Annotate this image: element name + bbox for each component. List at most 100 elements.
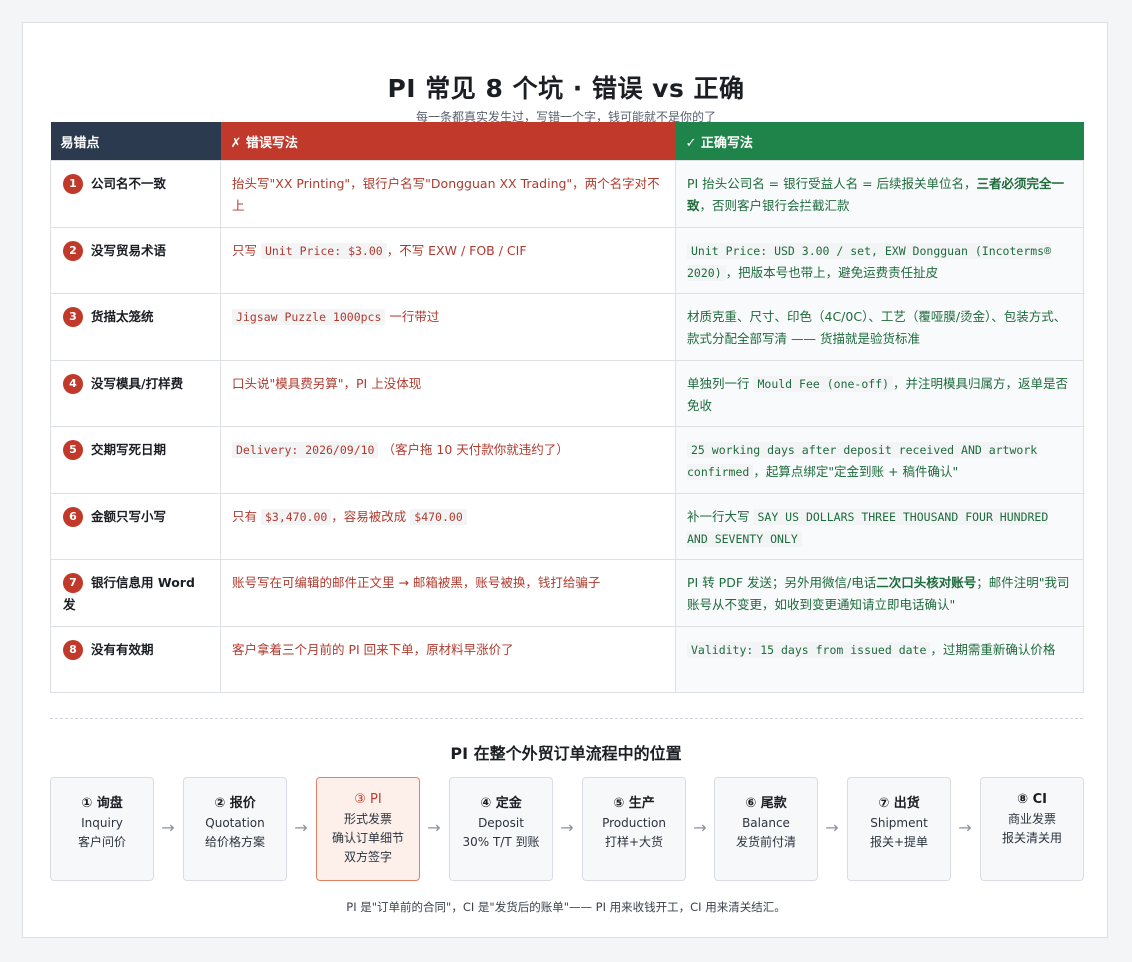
step-line: 商业发票 [1007, 812, 1056, 826]
number-badge: 2 [63, 240, 83, 261]
cell-right: PI 抬头公司名 = 银行受益人名 = 后续报关单位名，三者必须完全一致，否则客… [675, 160, 1084, 228]
cell-wrong: 账号写在可编辑的邮件正文里 → 邮箱被黑，账号被换，钱打给骗子 [220, 559, 676, 627]
cell-point: 7 银行信息用 Word 发 [50, 559, 221, 627]
flow-step-production: ⑤ 生产 Production 打样+大货 [582, 777, 686, 881]
step-line: Balance [742, 816, 790, 830]
flow-step-pi: ③ PI 形式发票 确认订单细节 双方签字 [316, 777, 420, 881]
right-text: ，过期需重新确认价格 [930, 641, 1056, 657]
arrow-right-icon: → [958, 818, 972, 837]
table-row: 4 没写模具/打样费 口头说"模具费另算"，PI 上没体现 单独列一行 Mould… [50, 359, 1084, 427]
cell-point: 1 公司名不一致 [50, 160, 221, 228]
step-title: ⑦ 出货 [878, 796, 920, 811]
step-title: ② 报价 [214, 796, 256, 811]
step-line: 30% T/T 到账 [462, 835, 540, 849]
right-text: ，否则客户银行会拦截汇款 [699, 198, 850, 213]
cell-wrong: 只写 Unit Price: $3.00 ，不写 EXW / FOB / CIF [220, 226, 676, 294]
cell-wrong: 客户拿着三个月前的 PI 回来下单，原材料早涨价了 [220, 625, 676, 693]
table-row: 8 没有有效期 客户拿着三个月前的 PI 回来下单，原材料早涨价了 Validit… [50, 625, 1084, 693]
arrow-right-icon: → [693, 818, 707, 837]
wrong-code: Jigsaw Puzzle 1000pcs [232, 309, 386, 325]
wrong-text: 一行带过 [385, 309, 440, 324]
flow-footnote: PI 是"订单前的合同"，CI 是"发货后的账单"—— PI 用来收钱开工，CI… [346, 900, 786, 914]
number-badge: 6 [63, 506, 83, 527]
cell-wrong: 只有 $3,470.00 ，容易被改成 $470.00 [220, 492, 676, 560]
wrong-code: Unit Price: $3.00 [260, 242, 387, 259]
pi-guide-card: PI 常见 8 个坑 · 错误 vs 正确 每一条都真实发生过，写错一个字，钱可… [22, 22, 1108, 938]
right-emphasis: 二次口头核对账号 [876, 575, 977, 590]
flow-step-balance: ⑥ 尾款 Balance 发货前付清 [714, 777, 818, 881]
flow-step-deposit: ④ 定金 Deposit 30% T/T 到账 [449, 777, 553, 881]
step-line: Quotation [205, 816, 265, 830]
step-line: 客户问价 [77, 835, 126, 849]
flow-step-quotation: ② 报价 Quotation 给价格方案 [183, 777, 287, 881]
right-text: ，把版本号也带上，避免运费责任扯皮 [725, 264, 939, 280]
right-code: Validity: 15 days from issued date [687, 641, 931, 658]
number-badge: 3 [63, 307, 83, 327]
number-badge: 7 [63, 573, 83, 593]
header-wrong: ✗ 错误写法 [220, 122, 676, 161]
cell-wrong: Delivery: 2026/09/10 （客户拖 10 天付款你就违约了） [220, 426, 676, 494]
step-line: 确认订单细节 [331, 831, 404, 845]
right-text: 单独列一行 [687, 375, 754, 391]
step-line: 发货前付清 [735, 835, 796, 849]
wrong-text: 抬头写"XX Printing"，银行户名写"Dongguan XX Tradi… [232, 176, 660, 213]
cell-point: 4 没写模具/打样费 [50, 359, 221, 427]
point-label: 没有有效期 [91, 641, 154, 657]
right-text: 补一行大写 [687, 508, 754, 524]
table-header-row: 易错点 ✗ 错误写法 ✓ 正确写法 [50, 122, 1084, 161]
cell-point: 3 货描太笼统 [50, 293, 221, 361]
step-line: Inquiry [81, 816, 123, 830]
wrong-code: $3,470.00 [260, 508, 332, 525]
number-badge: 4 [63, 373, 83, 394]
wrong-code: $470.00 [410, 508, 467, 525]
step-title: ⑥ 尾款 [745, 796, 787, 811]
point-label: 公司名不一致 [91, 176, 167, 191]
step-line: Shipment [870, 816, 928, 830]
flow-step-ci: ⑧ CI 商业发票 报关清关用 [980, 777, 1084, 881]
flow-title: PI 在整个外贸订单流程中的位置 [450, 744, 682, 763]
number-badge: 8 [63, 639, 83, 660]
number-badge: 5 [63, 440, 83, 460]
page-title: PI 常见 8 个坑 · 错误 vs 正确 [387, 74, 745, 103]
step-line: Production [602, 816, 666, 830]
cell-right: 补一行大写 SAY US DOLLARS THREE THOUSAND FOUR… [675, 492, 1084, 560]
table-row: 6 金额只写小写 只有 $3,470.00 ，容易被改成 $470.00 补一行大写… [50, 492, 1084, 560]
step-title: ⑧ CI [1017, 792, 1047, 807]
cell-wrong: Jigsaw Puzzle 1000pcs 一行带过 [220, 293, 676, 361]
wrong-text: 只写 [232, 242, 261, 258]
right-text: 材质克重、尺寸、印色（4C/0C）、工艺（覆哑膜/烫金）、包装方式、款式分配全部… [687, 309, 1067, 346]
step-line: 给价格方案 [204, 835, 265, 849]
cell-point: 2 没写贸易术语 [50, 226, 221, 294]
wrong-text: 只有 [232, 508, 261, 524]
point-label: 金额只写小写 [91, 508, 167, 524]
cell-wrong: 口头说"模具费另算"，PI 上没体现 [220, 359, 676, 427]
step-line: 双方签字 [343, 850, 392, 864]
step-line: 打样+大货 [604, 835, 664, 849]
arrow-right-icon: → [560, 818, 574, 837]
step-line: 形式发票 [343, 812, 392, 826]
flow-step-inquiry: ① 询盘 Inquiry 客户问价 [50, 777, 154, 881]
table-row: 2 没写贸易术语 只写 Unit Price: $3.00 ，不写 EXW / FO… [50, 226, 1084, 294]
header-right: ✓ 正确写法 [675, 122, 1084, 161]
table-row: 3 货描太笼统 Jigsaw Puzzle 1000pcs 一行带过 材质克重、尺… [50, 293, 1084, 361]
point-label: 没写贸易术语 [91, 242, 167, 258]
arrow-right-icon: → [825, 818, 839, 837]
wrong-text: ，容易被改成 [331, 508, 411, 524]
flow-step-shipment: ⑦ 出货 Shipment 报关+提单 [847, 777, 951, 881]
step-line: Deposit [478, 816, 524, 830]
right-text: ，起算点绑定"定金到账 + 稿件确认" [753, 464, 959, 479]
section-divider [50, 718, 1083, 719]
cell-right: PI 转 PDF 发送；另外用微信/电话二次口头核对账号；邮件注明"我司账号从不… [675, 559, 1084, 627]
cell-right: 25 working days after deposit received A… [675, 426, 1084, 494]
header-point: 易错点 [50, 122, 221, 161]
step-title: ③ PI [354, 792, 382, 807]
right-text: PI 抬头公司名 = 银行受益人名 = 后续报关单位名， [687, 176, 977, 191]
step-title: ④ 定金 [480, 796, 522, 811]
step-title: ⑤ 生产 [613, 796, 655, 811]
cell-point: 5 交期写死日期 [50, 426, 221, 494]
table-row: 1 公司名不一致 抬头写"XX Printing"，银行户名写"Dongguan … [50, 160, 1084, 228]
number-badge: 1 [63, 174, 83, 194]
right-text: PI 转 PDF 发送；另外用微信/电话 [687, 575, 877, 590]
cell-right: Validity: 15 days from issued date ，过期需重新… [675, 625, 1084, 693]
cell-point: 6 金额只写小写 [50, 492, 221, 560]
